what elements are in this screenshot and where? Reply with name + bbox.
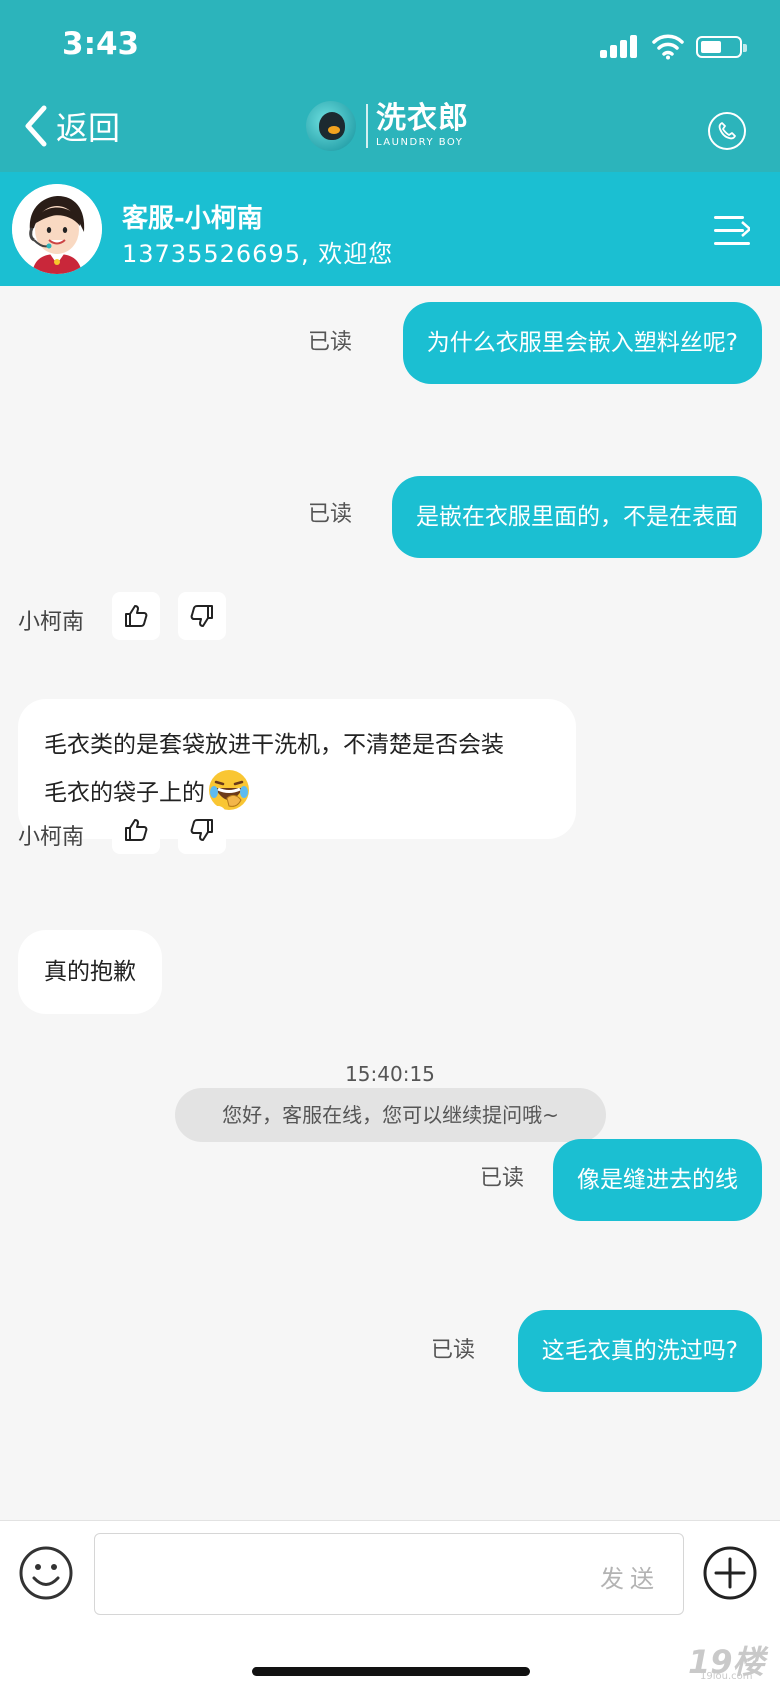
watermark: 19楼 19lou.com [688, 1637, 772, 1683]
brand-divider [366, 104, 368, 148]
outgoing-message[interactable]: 是嵌在衣服里面的，不是在表面 [392, 476, 762, 558]
signal-icon [600, 34, 638, 58]
thumbs-up-button[interactable] [112, 806, 160, 854]
brand-name-cn: 洗衣郎 [376, 101, 469, 136]
system-timestamp: 15:40:15 [345, 1062, 435, 1086]
list-menu-button[interactable] [714, 216, 750, 246]
back-button[interactable]: 返回 [22, 102, 120, 150]
outgoing-message[interactable]: 为什么衣服里会嵌入塑料丝呢? [402, 302, 762, 384]
battery-icon [696, 36, 747, 58]
read-status: 已读 [308, 502, 353, 527]
system-notice: 您好，客服在线，您可以继续提问哦~ [175, 1088, 606, 1142]
plus-icon[interactable] [702, 1545, 758, 1601]
thumbs-down-icon [190, 819, 213, 841]
outgoing-message[interactable]: 这毛衣真的洗过吗? [517, 1310, 762, 1392]
agent-header: 客服-小柯南 13735526695, 欢迎您 [0, 172, 780, 286]
sender-name: 小柯南 [18, 825, 85, 850]
brand-name-en: LAUNDRY BOY [376, 137, 464, 148]
agent-welcome-text: 13735526695, 欢迎您 [122, 240, 394, 268]
nav-bar: 返回 洗衣郎 LAUNDRY BOY [0, 92, 780, 172]
incoming-message[interactable]: 真的抱歉 [18, 930, 162, 1014]
agent-name: 客服-小柯南 [122, 204, 263, 234]
laughing-crying-emoji-icon [209, 769, 249, 810]
thumbs-down-button[interactable] [178, 592, 226, 640]
read-status: 已读 [431, 1338, 476, 1363]
message-input[interactable] [94, 1533, 684, 1615]
send-button[interactable]: 发送 [600, 1559, 660, 1594]
message-line: 毛衣类的是套袋放进干洗机，不清楚是否会装 [44, 732, 504, 758]
top-bar: 3:43 返回 洗衣郎 LAUNDRY BOY [0, 0, 780, 172]
chevron-left-icon [25, 105, 47, 147]
thumbs-up-icon [125, 819, 148, 841]
penguin-logo-icon [306, 101, 356, 151]
message-line: 毛衣的袋子上的 [44, 780, 205, 806]
agent-avatar-illustration [12, 184, 102, 274]
thumbs-up-button[interactable] [112, 592, 160, 640]
input-bar: 发送 19楼 19lou.com [0, 1520, 780, 1688]
phone-icon [718, 122, 736, 140]
thumbs-down-icon [190, 605, 213, 627]
sender-name: 小柯南 [18, 610, 85, 635]
read-status: 已读 [480, 1166, 525, 1191]
smiley-icon[interactable] [18, 1545, 74, 1601]
status-time: 3:43 [62, 26, 140, 62]
thumbs-down-button[interactable] [178, 806, 226, 854]
list-menu-icon [741, 221, 750, 237]
watermark-sub: 19lou.com [700, 1671, 753, 1682]
outgoing-message[interactable]: 像是缝进去的线 [553, 1139, 762, 1221]
status-icons [600, 30, 750, 64]
thumbs-up-icon [125, 605, 148, 627]
brand-text: 洗衣郎 LAUNDRY BOY [376, 104, 469, 148]
home-indicator [252, 1667, 530, 1676]
read-status: 已读 [308, 330, 353, 355]
incoming-message[interactable]: 毛衣类的是套袋放进干洗机，不清楚是否会装 毛衣的袋子上的 [18, 699, 576, 839]
call-button[interactable] [708, 112, 746, 150]
agent-avatar[interactable] [12, 184, 102, 274]
back-label: 返回 [56, 109, 121, 147]
chat-area[interactable]: 已读 为什么衣服里会嵌入塑料丝呢? 已读 是嵌在衣服里面的，不是在表面 小柯南 … [0, 286, 780, 1520]
brand-logo: 洗衣郎 LAUNDRY BOY [306, 98, 469, 154]
wifi-icon [652, 34, 684, 60]
